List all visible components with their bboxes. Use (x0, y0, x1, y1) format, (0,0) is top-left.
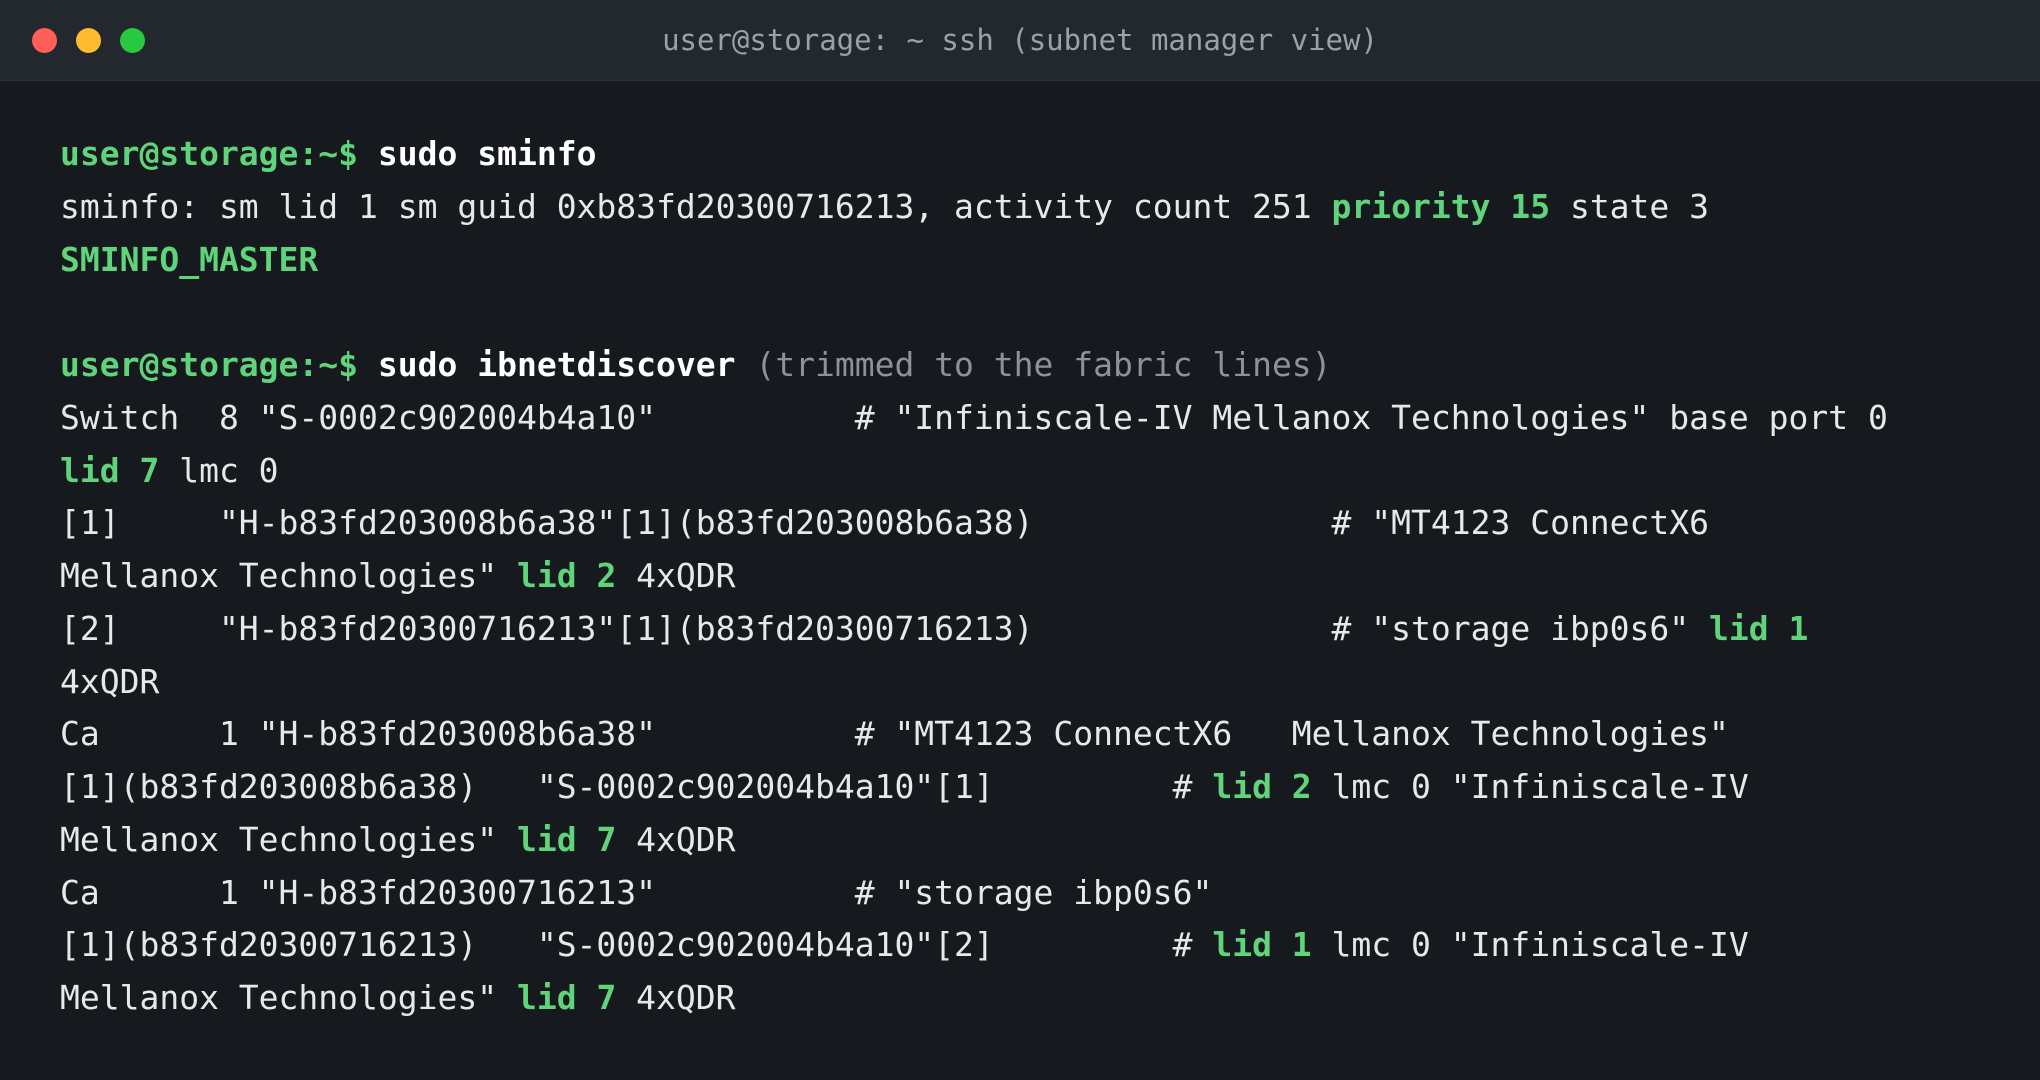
terminal-line: Mellanox Technologies" lid 7 4xQDR (60, 814, 2020, 867)
output-text: Switch 8 "S-0002c902004b4a10" # "Infinis… (60, 397, 1888, 437)
output-text: [1](b83fd203008b6a38) "S-0002c902004b4a1… (60, 767, 1213, 806)
terminal-window: user@storage: ~ ssh (subnet manager view… (0, 0, 2040, 1080)
output-text: 4xQDR (616, 556, 736, 595)
highlighted-value: SMINFO_MASTER (60, 239, 319, 279)
title-bar: user@storage: ~ ssh (subnet manager view… (0, 0, 2040, 81)
shell-prompt: user@storage:~$ (60, 134, 378, 173)
output-text: 4xQDR (616, 978, 736, 1017)
highlighted-value: lid 7 (516, 978, 617, 1017)
output-text: 4xQDR (60, 661, 160, 701)
window-title: user@storage: ~ ssh (subnet manager view… (662, 23, 1378, 57)
terminal-line: Mellanox Technologies" lid 7 4xQDR (60, 972, 2020, 1025)
terminal-line: lid 7 lmc 0 (60, 445, 2020, 498)
highlighted-value: lid 7 (516, 819, 617, 859)
terminal-line: [2] "H-b83fd20300716213"[1](b83fd2030071… (60, 603, 2020, 656)
highlighted-value: priority 15 (1331, 186, 1551, 226)
terminal-line: [1](b83fd203008b6a38) "S-0002c902004b4a1… (60, 761, 2020, 814)
output-text: Mellanox Technologies" (60, 978, 517, 1017)
terminal-line: SMINFO_MASTER (60, 234, 2020, 287)
terminal-line: Ca 1 "H-b83fd203008b6a38" # "MT4123 Conn… (60, 708, 2020, 761)
command-text: sudo sminfo (377, 134, 597, 173)
output-text: [1] "H-b83fd203008b6a38"[1](b83fd203008b… (60, 503, 1710, 543)
output-text: Mellanox Technologies" (60, 556, 517, 595)
output-text: Ca 1 "H-b83fd20300716213" # "storage ibp… (60, 872, 1213, 912)
terminal-output[interactable]: user@storage:~$ sudo sminfo sminfo: sm li… (60, 128, 2020, 1025)
highlighted-value: lid 1 (1709, 608, 1809, 648)
output-text: 4xQDR (616, 819, 736, 859)
highlighted-value: lid 2 (1212, 767, 1312, 806)
terminal-line: Mellanox Technologies" lid 2 4xQDR (60, 550, 2020, 603)
terminal-line: [1](b83fd20300716213) "S-0002c902004b4a1… (60, 919, 2020, 972)
output-text: [1](b83fd20300716213) "S-0002c902004b4a1… (60, 925, 1213, 965)
highlighted-value: lid 2 (516, 556, 617, 595)
output-text: sminfo: sm lid 1 sm guid 0xb83fd20300716… (60, 186, 1332, 226)
output-text: state 3 (1550, 186, 1710, 226)
output-text: lmc 0 "Infiniscale-IV (1311, 767, 1749, 806)
terminal-line: user@storage:~$ sudo ibnetdiscover (trim… (60, 339, 2020, 392)
terminal-line: Ca 1 "H-b83fd20300716213" # "storage ibp… (60, 867, 2020, 920)
output-text: Mellanox Technologies" (60, 819, 517, 859)
terminal-line: user@storage:~$ sudo sminfo (60, 128, 2020, 181)
output-text: [2] "H-b83fd20300716213"[1](b83fd2030071… (60, 608, 1710, 648)
command-text: sudo ibnetdiscover (377, 345, 736, 384)
terminal-line: Switch 8 "S-0002c902004b4a10" # "Infinis… (60, 392, 2020, 445)
terminal-line: 4xQDR (60, 656, 2020, 709)
terminal-line: sminfo: sm lid 1 sm guid 0xb83fd20300716… (60, 181, 2020, 234)
output-text: lmc 0 (159, 450, 279, 490)
highlighted-value: lid 7 (60, 450, 160, 490)
output-text: Ca 1 "H-b83fd203008b6a38" # "MT4123 Conn… (60, 714, 1729, 754)
output-text: lmc 0 "Infiniscale-IV (1311, 925, 1749, 965)
shell-prompt: user@storage:~$ (60, 345, 378, 384)
comment-note: (trimmed to the fabric lines) (735, 345, 1332, 384)
terminal-line: [1] "H-b83fd203008b6a38"[1](b83fd203008b… (60, 497, 2020, 550)
highlighted-value: lid 1 (1212, 925, 1312, 965)
